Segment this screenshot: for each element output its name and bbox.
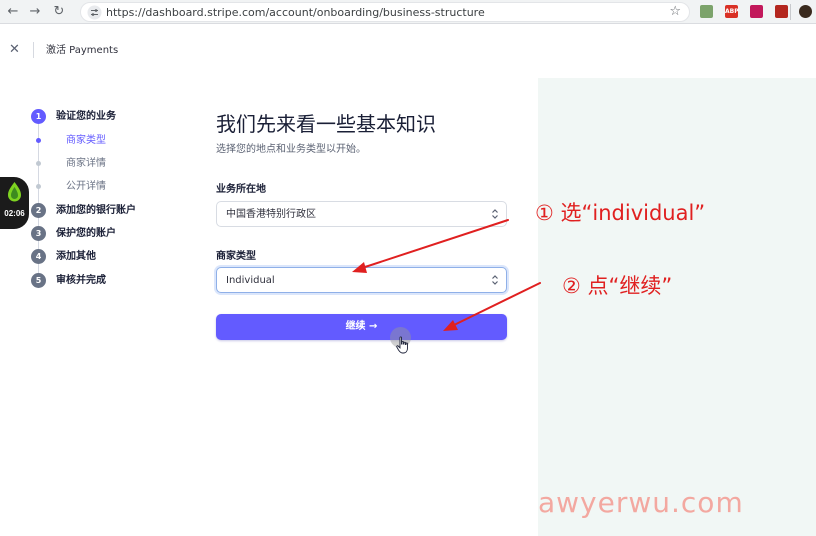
side-panel [538, 78, 816, 536]
watermark: awyerwu.com [538, 486, 744, 519]
step-number-5: 5 [31, 273, 46, 288]
substep-public-details[interactable]: 公开详情 [66, 180, 106, 193]
business-type-select[interactable]: Individual [216, 267, 507, 293]
reload-icon[interactable]: ↻ [50, 3, 68, 21]
location-select-value: 中国香港特别行政区 [226, 209, 316, 220]
business-type-label: 商家类型 [216, 251, 256, 262]
step-number-2: 2 [31, 203, 46, 218]
header-divider [33, 42, 34, 58]
substep-business-type[interactable]: 商家类型 [66, 134, 106, 147]
select-caret-icon [492, 209, 498, 219]
address-bar[interactable]: https://dashboard.stripe.com/account/onb… [80, 2, 690, 22]
back-arrow-icon[interactable]: ← [4, 3, 22, 21]
form-heading: 我们先来看一些基本知识 [216, 112, 436, 136]
page-title: 激活 Payments [46, 45, 119, 56]
continue-button[interactable]: 继续 → [216, 314, 507, 340]
step-label-bank-account[interactable]: 添加您的银行账户 [56, 204, 136, 217]
select-caret-icon [492, 275, 498, 285]
abp-extension-icon[interactable]: ABP [725, 5, 739, 18]
annotation-arrow-select [352, 219, 509, 273]
tab-extension-icon[interactable] [775, 5, 788, 18]
toolbar-divider [790, 4, 791, 20]
continue-button-label: 继续 → [345, 321, 378, 332]
browser-toolbar: ← → ↻ https://dashboard.stripe.com/accou… [0, 0, 816, 24]
photo-extension-icon[interactable] [700, 5, 713, 18]
substep-dot [36, 138, 41, 143]
hand-pointer-icon [396, 336, 408, 354]
timer-text: 02:06 [4, 209, 25, 218]
annotation-step1: ① 选“individual” [535, 201, 706, 225]
timer-badge: 02:06 [0, 177, 29, 229]
close-icon[interactable]: ✕ [9, 43, 20, 57]
location-label: 业务所在地 [216, 184, 266, 195]
puzzle-extension-icon[interactable] [750, 5, 763, 18]
green-drop-icon [8, 182, 21, 202]
step-number-1: 1 [31, 109, 46, 124]
substep-dot [36, 161, 41, 166]
substep-dot [36, 184, 41, 189]
substep-business-details[interactable]: 商家详情 [66, 157, 106, 170]
stepper-connector [38, 264, 39, 273]
location-select[interactable]: 中国香港特别行政区 [216, 201, 507, 227]
annotation-step2: ② 点“继续” [562, 274, 673, 298]
step-label-verify-business[interactable]: 验证您的业务 [56, 110, 116, 123]
step-label-secure-account[interactable]: 保护您的账户 [56, 227, 116, 240]
profile-avatar-icon[interactable] [799, 5, 812, 18]
bookmark-star-icon[interactable]: ☆ [669, 4, 681, 20]
step-label-review-finish[interactable]: 审核并完成 [56, 274, 106, 287]
step-number-3: 3 [31, 226, 46, 241]
form-subtitle: 选择您的地点和业务类型以开始。 [216, 144, 366, 155]
step-label-add-extras[interactable]: 添加其他 [56, 250, 96, 263]
forward-arrow-icon[interactable]: → [26, 3, 44, 21]
onboarding-header: ✕ 激活 Payments [0, 24, 816, 78]
site-settings-icon[interactable] [87, 5, 102, 20]
business-type-select-value: Individual [226, 275, 275, 286]
step-number-4: 4 [31, 249, 46, 264]
url-text: https://dashboard.stripe.com/account/onb… [106, 6, 485, 19]
